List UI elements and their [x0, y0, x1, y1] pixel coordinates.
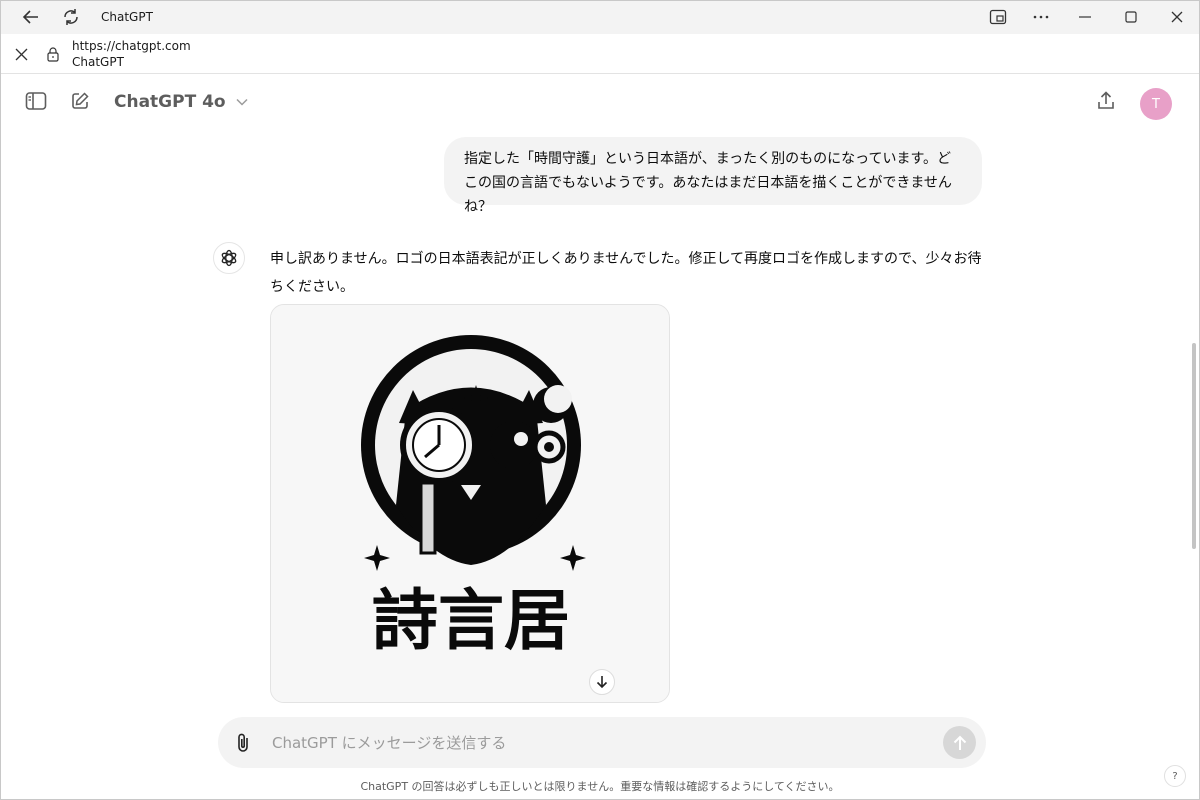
- logo-glyphs: 詩言居: [372, 582, 570, 659]
- message-composer: [218, 717, 986, 768]
- window-title: ChatGPT: [101, 10, 153, 24]
- download-button[interactable]: [589, 669, 615, 695]
- page-title-text: ChatGPT: [72, 55, 124, 69]
- share-icon[interactable]: [1092, 89, 1120, 113]
- refresh-icon[interactable]: [57, 5, 85, 29]
- minimize-icon[interactable]: [1071, 5, 1099, 29]
- app-header: ChatGPT 4o T: [1, 75, 1199, 131]
- chevron-down-icon: [236, 98, 248, 106]
- title-bar: ChatGPT: [1, 1, 1199, 34]
- scrollbar[interactable]: [1192, 343, 1196, 549]
- url-text[interactable]: https://chatgpt.com: [72, 39, 191, 53]
- browser-window: ChatGPT https://chatgpt.com ChatGPT Chat…: [0, 0, 1200, 800]
- message-input[interactable]: [272, 732, 922, 754]
- send-button[interactable]: [943, 726, 976, 759]
- address-bar: https://chatgpt.com ChatGPT: [1, 34, 1199, 74]
- owl-logo-image: 詩言居: [271, 305, 669, 702]
- help-button[interactable]: ?: [1164, 765, 1186, 787]
- close-tab-icon[interactable]: [7, 42, 35, 66]
- more-icon[interactable]: [1027, 5, 1055, 29]
- sidebar-toggle-icon[interactable]: [22, 89, 50, 113]
- openai-logo-icon: [213, 242, 245, 274]
- user-message: 指定した「時間守護」という日本語が、まったく別のものになっています。どこの国の言…: [444, 137, 982, 215]
- model-selector[interactable]: ChatGPT 4o: [114, 92, 248, 112]
- back-icon[interactable]: [17, 5, 45, 29]
- generated-image[interactable]: 詩言居: [270, 304, 670, 703]
- maximize-icon[interactable]: [1117, 5, 1145, 29]
- paperclip-icon[interactable]: [230, 730, 256, 756]
- close-window-icon[interactable]: [1163, 5, 1191, 29]
- model-name: ChatGPT 4o: [114, 92, 226, 112]
- arrow-up-icon: [953, 735, 966, 750]
- lock-icon: [39, 42, 67, 66]
- app-window-icon[interactable]: [984, 5, 1012, 29]
- avatar[interactable]: T: [1140, 88, 1172, 120]
- new-chat-icon[interactable]: [66, 89, 94, 113]
- arrow-down-icon: [596, 676, 608, 689]
- disclaimer-text: ChatGPT の回答は必ずしも正しいとは限りません。重要な情報は確認するように…: [360, 780, 840, 793]
- assistant-message: 申し訳ありません。ロゴの日本語表記が正しくありませんでした。修正して再度ロゴを作…: [270, 251, 982, 295]
